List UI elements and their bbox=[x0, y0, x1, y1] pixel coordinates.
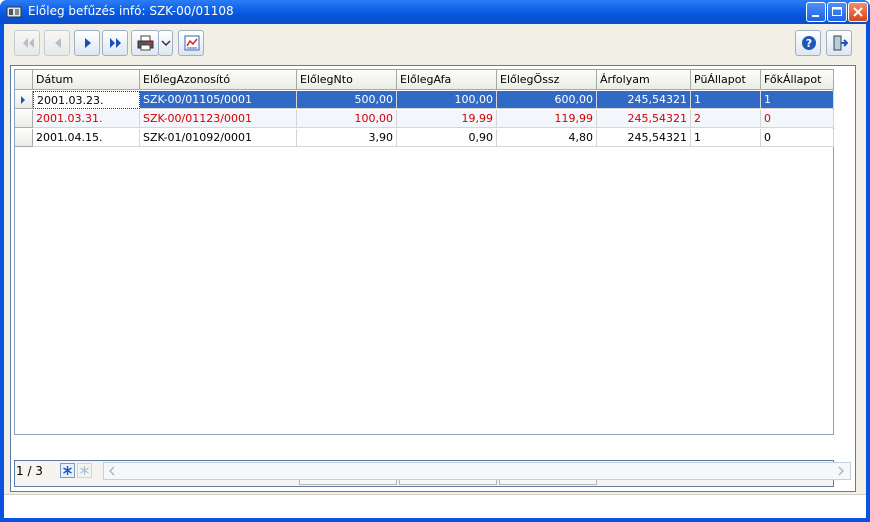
cell-datum[interactable]: 2001.03.31. bbox=[33, 110, 140, 128]
last-record-icon bbox=[110, 38, 121, 48]
cell-datum[interactable]: 2001.04.15. bbox=[33, 129, 140, 147]
cell-nto[interactable]: 100,00 bbox=[297, 110, 397, 128]
cell-azonosito[interactable]: SZK-00/01123/0001 bbox=[140, 110, 297, 128]
cell-fokallapot[interactable]: 1 bbox=[761, 91, 834, 109]
scroll-right-button[interactable] bbox=[833, 463, 849, 479]
print-icon bbox=[137, 35, 154, 51]
table-row[interactable]: 2001.04.15. SZK-01/01092/0001 3,90 0,90 … bbox=[15, 129, 834, 147]
cell-nto[interactable]: 3,90 bbox=[297, 129, 397, 147]
grid-panel: Dátum ElőlegAzonosító ElőlegNto ElőlegAf… bbox=[10, 65, 856, 492]
exit-button[interactable] bbox=[826, 30, 852, 56]
minimize-icon bbox=[812, 15, 819, 17]
cell-ossz[interactable]: 4,80 bbox=[497, 129, 597, 147]
previous-record-icon bbox=[55, 38, 61, 48]
last-record-button[interactable] bbox=[102, 30, 128, 56]
chevron-down-icon bbox=[161, 40, 171, 47]
cell-arfolyam[interactable]: 245,54321 bbox=[597, 129, 691, 147]
cell-afa[interactable]: 0,90 bbox=[397, 129, 497, 147]
column-header-elolegafa[interactable]: ElőlegAfa bbox=[397, 70, 497, 90]
column-header-puallapot[interactable]: PüÁllapot bbox=[691, 70, 761, 90]
help-button[interactable]: ? bbox=[795, 30, 821, 56]
cell-azonosito[interactable]: SZK-00/01105/0001 bbox=[140, 91, 297, 109]
app-window: Előleg befűzés infó: SZK-00/01108 ? Dátu… bbox=[0, 0, 870, 522]
maximize-button[interactable] bbox=[827, 2, 847, 22]
row-indicator[interactable] bbox=[15, 91, 33, 109]
row-indicator[interactable] bbox=[15, 129, 33, 147]
chevron-right-icon bbox=[838, 466, 844, 476]
chevron-left-icon bbox=[109, 466, 115, 476]
cell-ossz[interactable]: 600,00 bbox=[497, 91, 597, 109]
column-header-fokallapot[interactable]: FőkÁllapot bbox=[761, 70, 834, 90]
cell-arfolyam[interactable]: 245,54321 bbox=[597, 110, 691, 128]
row-indicator-header bbox=[15, 70, 33, 90]
asterisk-icon bbox=[63, 466, 72, 475]
horizontal-scrollbar[interactable] bbox=[103, 462, 851, 480]
print-button[interactable] bbox=[131, 30, 159, 56]
data-grid[interactable]: Dátum ElőlegAzonosító ElőlegNto ElőlegAf… bbox=[14, 69, 834, 435]
column-header-elolegnto[interactable]: ElőlegNto bbox=[297, 70, 397, 90]
cell-azonosito[interactable]: SZK-01/01092/0001 bbox=[140, 129, 297, 147]
previous-record-button[interactable] bbox=[44, 30, 70, 56]
help-icon: ? bbox=[802, 36, 816, 50]
first-record-icon bbox=[23, 38, 34, 48]
column-header-elolegazonosito[interactable]: ElőlegAzonosító bbox=[140, 70, 297, 90]
grid-header: Dátum ElőlegAzonosító ElőlegNto ElőlegAf… bbox=[15, 70, 835, 90]
status-bar bbox=[4, 494, 866, 518]
exit-icon bbox=[833, 35, 848, 51]
print-dropdown-button[interactable] bbox=[158, 30, 173, 56]
svg-text:?: ? bbox=[806, 37, 812, 50]
title-bar[interactable]: Előleg befűzés infó: SZK-00/01108 bbox=[0, 0, 870, 24]
minimize-button[interactable] bbox=[806, 2, 826, 22]
cell-puallapot[interactable]: 1 bbox=[691, 91, 761, 109]
cell-puallapot[interactable]: 2 bbox=[691, 110, 761, 128]
cell-nto[interactable]: 500,00 bbox=[297, 91, 397, 109]
next-record-icon bbox=[85, 38, 91, 48]
cell-puallapot[interactable]: 1 bbox=[691, 129, 761, 147]
first-record-button[interactable] bbox=[14, 30, 40, 56]
table-row[interactable]: 2001.03.23. SZK-00/01105/0001 500,00 100… bbox=[15, 91, 834, 109]
window-title: Előleg befűzés infó: SZK-00/01108 bbox=[28, 4, 234, 18]
column-header-arfolyam[interactable]: Árfolyam bbox=[597, 70, 691, 90]
next-record-button[interactable] bbox=[74, 30, 100, 56]
current-row-icon bbox=[21, 96, 25, 104]
close-icon bbox=[853, 7, 863, 17]
asterisk-outline-icon bbox=[80, 466, 89, 475]
record-counter: 1 / 3 bbox=[16, 464, 43, 478]
cell-ossz[interactable]: 119,99 bbox=[497, 110, 597, 128]
column-header-elolegossz[interactable]: ElőlegÖssz bbox=[497, 70, 597, 90]
collapse-all-button[interactable] bbox=[77, 463, 92, 478]
row-indicator[interactable] bbox=[15, 110, 33, 128]
cell-afa[interactable]: 100,00 bbox=[397, 91, 497, 109]
column-header-datum[interactable]: Dátum bbox=[33, 70, 140, 90]
table-row[interactable]: 2001.03.31. SZK-00/01123/0001 100,00 19,… bbox=[15, 110, 834, 128]
chart-icon bbox=[184, 35, 200, 51]
client-area: ? Dátum ElőlegAzonosító ElőlegNto Előleg… bbox=[4, 24, 866, 518]
cell-arfolyam[interactable]: 245,54321 bbox=[597, 91, 691, 109]
cell-datum[interactable]: 2001.03.23. bbox=[33, 91, 140, 109]
maximize-icon bbox=[832, 7, 842, 16]
navigation-bar: 1 / 3 bbox=[10, 461, 856, 483]
cell-afa[interactable]: 19,99 bbox=[397, 110, 497, 128]
cell-fokallapot[interactable]: 0 bbox=[761, 129, 834, 147]
close-button[interactable] bbox=[848, 2, 868, 22]
scroll-left-button[interactable] bbox=[104, 463, 120, 479]
chart-button[interactable] bbox=[178, 30, 204, 56]
cell-fokallapot[interactable]: 0 bbox=[761, 110, 834, 128]
app-icon bbox=[6, 6, 22, 18]
expand-all-button[interactable] bbox=[60, 463, 75, 478]
